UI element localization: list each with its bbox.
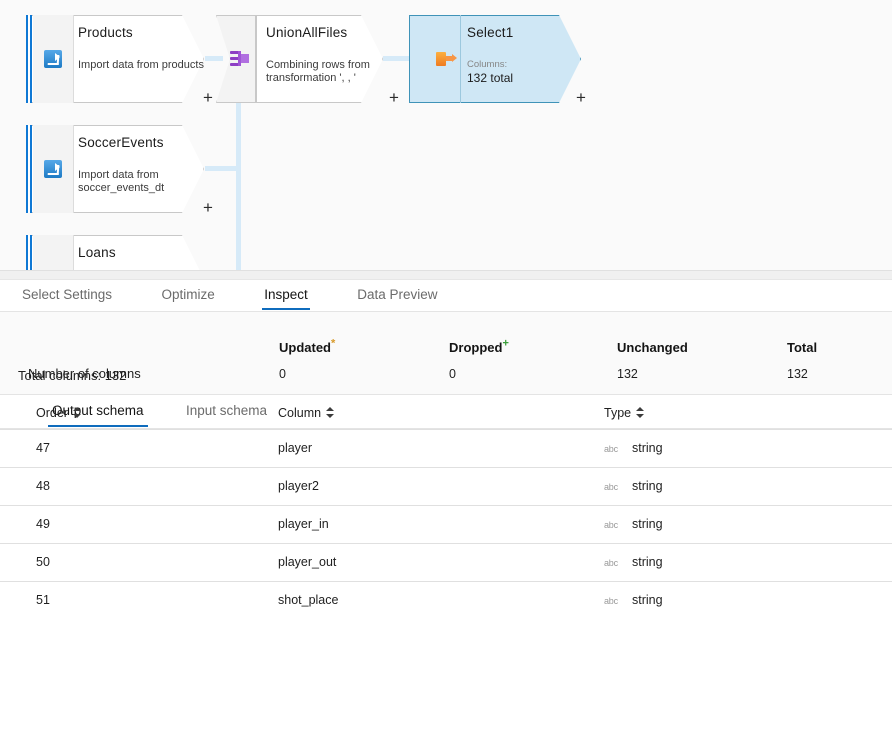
cell-type: string bbox=[632, 441, 663, 455]
stat-value-total: 132 bbox=[787, 367, 808, 381]
node-source-accent-bar bbox=[26, 235, 32, 270]
cell-type: string bbox=[632, 593, 663, 607]
stat-value-unchanged: 132 bbox=[617, 367, 638, 381]
node-source-accent-bar bbox=[26, 15, 32, 103]
add-node-button-soccerevents[interactable]: + bbox=[203, 199, 213, 216]
cell-order: 49 bbox=[36, 517, 50, 531]
column-header-order[interactable]: Order bbox=[36, 406, 82, 420]
data-flow-inspect-screen: Products Import data from products + Uni… bbox=[0, 0, 892, 743]
abc-type-icon: abc bbox=[604, 520, 618, 530]
cell-order: 48 bbox=[36, 479, 50, 493]
node-body: SoccerEvents Import data from soccer_eve… bbox=[76, 125, 204, 213]
table-row[interactable]: 50 player_out abc string bbox=[0, 544, 892, 582]
node-title: Products bbox=[78, 25, 133, 40]
select-icon bbox=[436, 52, 457, 66]
node-description: Import data from soccer_events_dt bbox=[78, 169, 165, 194]
node-loans[interactable]: Loans bbox=[26, 235, 204, 270]
node-description: Combining rows from transformation ', , … bbox=[266, 59, 370, 84]
abc-type-icon: abc bbox=[604, 558, 618, 568]
column-header-label: Column bbox=[278, 406, 322, 420]
source-import-icon bbox=[44, 50, 62, 68]
inspect-stats-strip: Number of columns Updated* 0 Dropped+ 0 … bbox=[0, 312, 892, 395]
union-icon bbox=[230, 50, 250, 68]
node-description: Import data from products bbox=[78, 59, 204, 71]
node-title: SoccerEvents bbox=[78, 135, 164, 150]
stat-header-label: Dropped bbox=[449, 340, 503, 355]
tab-optimize[interactable]: Optimize bbox=[162, 280, 215, 310]
tab-data-preview[interactable]: Data Preview bbox=[357, 280, 437, 310]
panel-tabbar: Select Settings Optimize Inspect Data Pr… bbox=[0, 280, 892, 312]
cell-column: player bbox=[278, 441, 313, 455]
cell-type: string bbox=[632, 479, 663, 493]
node-body: Products Import data from products bbox=[76, 15, 204, 103]
abc-type-icon: abc bbox=[604, 596, 618, 606]
cell-order: 51 bbox=[36, 593, 50, 607]
table-row[interactable]: 49 player_in abc string bbox=[0, 506, 892, 544]
node-title: UnionAllFiles bbox=[266, 25, 348, 40]
table-row[interactable]: 47 player abc string bbox=[0, 430, 892, 468]
sort-icon[interactable] bbox=[72, 407, 82, 419]
updated-marker-icon: * bbox=[331, 337, 336, 350]
source-import-icon bbox=[44, 160, 62, 178]
node-products[interactable]: Products Import data from products bbox=[26, 15, 204, 103]
node-unionallfiles[interactable]: UnionAllFiles Combining rows from transf… bbox=[256, 15, 383, 103]
stat-value-updated: 0 bbox=[279, 367, 286, 381]
column-header-column[interactable]: Column bbox=[278, 406, 335, 420]
bottom-panel: Select Settings Optimize Inspect Data Pr… bbox=[0, 280, 892, 743]
add-node-button-select1[interactable]: + bbox=[576, 89, 586, 106]
stat-header-dropped: Dropped+ bbox=[449, 337, 509, 355]
stat-header-total: Total bbox=[787, 340, 818, 355]
stat-header-label: Updated bbox=[279, 340, 331, 355]
node-unionallfiles-chevron[interactable] bbox=[216, 15, 256, 103]
add-node-button-products[interactable]: + bbox=[203, 89, 213, 106]
node-icon-container bbox=[431, 15, 461, 103]
column-header-label: Type bbox=[604, 406, 632, 420]
node-body: Select1 Columns: 132 total bbox=[465, 15, 581, 103]
table-row[interactable]: 51 shot_place abc string bbox=[0, 582, 892, 619]
connector-soccerevents-to-union bbox=[205, 166, 241, 171]
panel-splitter[interactable] bbox=[0, 270, 892, 548]
sort-icon[interactable] bbox=[326, 407, 335, 419]
node-icon-container bbox=[33, 125, 74, 213]
sort-icon[interactable] bbox=[636, 407, 645, 419]
cell-column: player_in bbox=[278, 517, 329, 531]
total-columns-label: Total columns: 132 bbox=[18, 368, 127, 383]
connector-union-trunk bbox=[236, 100, 241, 270]
tab-inspect[interactable]: Inspect bbox=[262, 280, 310, 310]
node-columns-label: Columns: bbox=[467, 59, 508, 70]
add-node-button-union[interactable]: + bbox=[389, 89, 399, 106]
stat-header-unchanged: Unchanged bbox=[617, 340, 688, 355]
node-body: Loans bbox=[76, 235, 204, 270]
cell-column: player_out bbox=[278, 555, 337, 569]
node-title: Select1 bbox=[467, 25, 514, 40]
cell-column: shot_place bbox=[278, 593, 339, 607]
abc-type-icon: abc bbox=[604, 444, 618, 454]
node-columns-value: 132 total bbox=[467, 71, 514, 85]
node-icon-container bbox=[33, 15, 74, 103]
cell-order: 50 bbox=[36, 555, 50, 569]
abc-type-icon: abc bbox=[604, 482, 618, 492]
stat-header-updated: Updated* bbox=[279, 337, 336, 355]
cell-type: string bbox=[632, 555, 663, 569]
tab-select-settings[interactable]: Select Settings bbox=[22, 280, 112, 310]
data-flow-canvas[interactable]: Products Import data from products + Uni… bbox=[0, 0, 892, 270]
cell-type: string bbox=[632, 517, 663, 531]
node-body: UnionAllFiles Combining rows from transf… bbox=[264, 15, 383, 103]
node-soccerevents[interactable]: SoccerEvents Import data from soccer_eve… bbox=[26, 125, 204, 213]
column-header-type[interactable]: Type bbox=[604, 406, 645, 420]
node-select1[interactable]: Select1 Columns: 132 total bbox=[409, 15, 581, 103]
column-header-label: Order bbox=[36, 406, 68, 420]
dropped-marker-icon: + bbox=[502, 337, 509, 350]
cell-column: player2 bbox=[278, 479, 319, 493]
node-source-accent-bar bbox=[26, 125, 32, 213]
table-row[interactable]: 48 player2 abc string bbox=[0, 468, 892, 506]
schema-table-body[interactable]: 46 opponent abc string 47 player abc str… bbox=[0, 426, 892, 656]
node-icon-container bbox=[33, 235, 74, 270]
cell-order: 47 bbox=[36, 441, 50, 455]
schema-table-header: Order Column Type bbox=[0, 398, 892, 426]
stat-value-dropped: 0 bbox=[449, 367, 456, 381]
node-title: Loans bbox=[78, 245, 116, 260]
